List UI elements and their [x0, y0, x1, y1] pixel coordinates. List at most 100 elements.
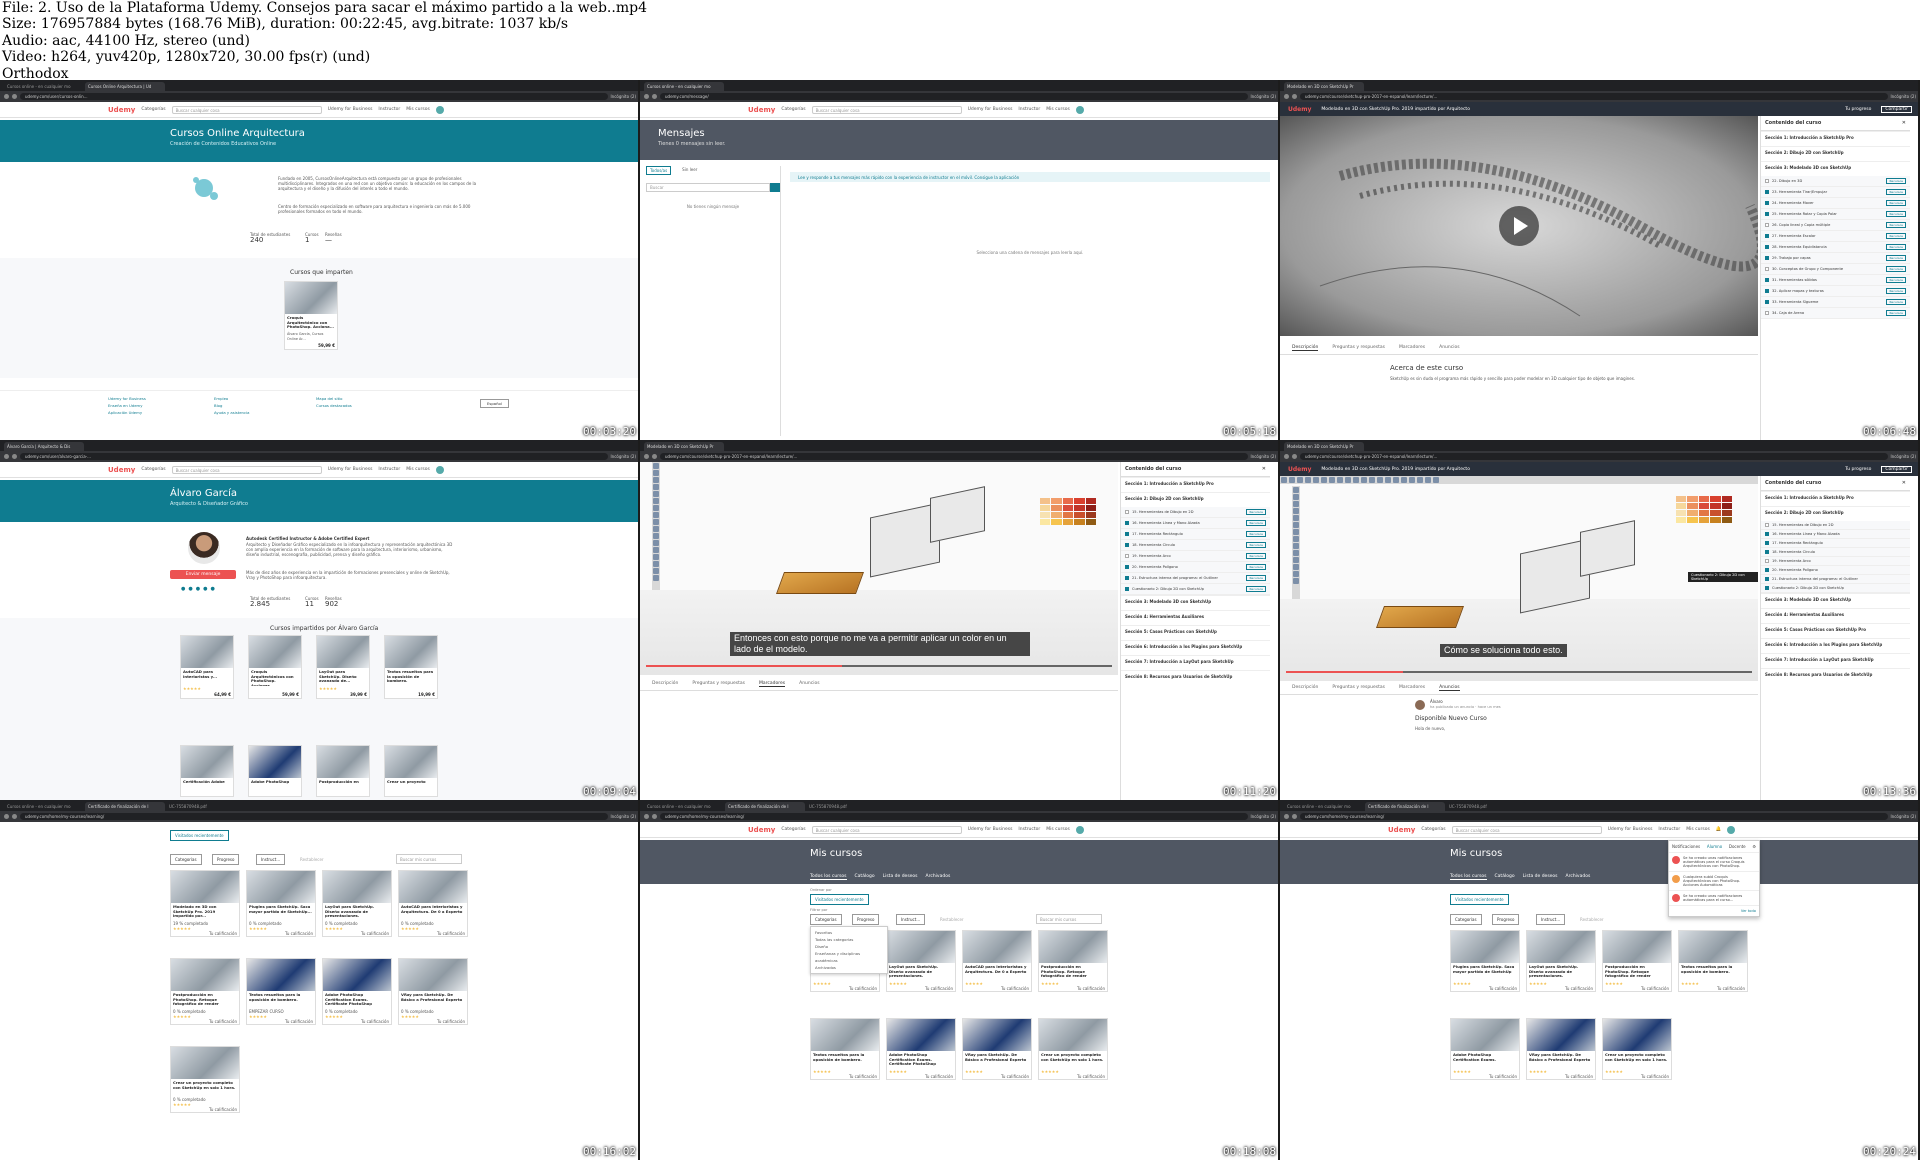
lecture-item[interactable]: 17. Herramienta Rectángulo Recursos [1121, 529, 1270, 540]
course-card[interactable]: AutoCAD para Interioristas y Arquitectur… [962, 930, 1032, 992]
tab-catalog[interactable]: Catálogo [1495, 874, 1515, 880]
completed-checkbox[interactable] [1125, 532, 1129, 536]
avatar[interactable] [1727, 825, 1736, 834]
completed-checkbox[interactable] [1765, 278, 1769, 282]
rate-label[interactable]: Tu calificación [1039, 986, 1107, 991]
language-select[interactable]: Español [480, 399, 509, 408]
footer-link[interactable]: Ayuda y asistencia [214, 410, 249, 415]
lecture-item[interactable]: 33. Herramienta Sígueme Recursos [1761, 297, 1910, 308]
browser-tab-active[interactable]: Modelado en 3D con SketchUp Pr [644, 442, 724, 451]
lecture-item[interactable]: 23. Herramienta Tirar/Empujar Recursos [1761, 187, 1910, 198]
filter-unread[interactable]: Sin leer [679, 166, 700, 175]
lecture-item[interactable]: 16. Herramienta Línea y Mano Alzada Recur… [1121, 518, 1270, 529]
resources-button[interactable]: Recursos [1246, 520, 1266, 526]
browser-tab[interactable]: UC-755870948.pdf [1446, 802, 1526, 811]
udemy-logo[interactable]: Udemy [108, 466, 135, 474]
my-courses-link[interactable]: Mis cursos [1046, 107, 1070, 112]
address-bar[interactable]: udemy.com/course/sketchup-pro-2017-en-es… [1300, 453, 1888, 460]
course-card[interactable]: VRay para SketchUp. De Básico a Profesio… [398, 958, 468, 1025]
browser-tab-active[interactable]: Certificado de finalización de l [725, 802, 805, 811]
footer-link[interactable]: Enseña en Udemy [108, 403, 142, 408]
instructor-link[interactable]: Instructor [378, 107, 400, 112]
section-header[interactable]: Sección 5: Casos Prácticos con SketchUp [1121, 625, 1270, 634]
rate-label[interactable]: Tu calificación [171, 1107, 239, 1112]
browser-tab[interactable]: UC-755870948.pdf [166, 802, 246, 811]
back-icon[interactable] [644, 454, 649, 459]
my-courses-link[interactable]: Mis cursos [1046, 827, 1070, 832]
rate-label[interactable]: Tu calificación [963, 1074, 1031, 1079]
udemy-logo[interactable]: Udemy [108, 106, 135, 114]
video-player[interactable]: Cuestionario 2: Dibujo 2D con SketchUp C… [1280, 476, 1758, 681]
see-all-link[interactable]: Ver todo [1669, 906, 1759, 916]
course-card[interactable]: VRay para SketchUp. De Básico a Profesio… [1526, 1018, 1596, 1080]
completed-checkbox[interactable] [1765, 577, 1769, 581]
reload-icon[interactable] [652, 454, 657, 459]
business-link[interactable]: Udemy for Business [1608, 827, 1653, 832]
section-header[interactable]: Sección 2: Dibujo 2D con SketchUp [1761, 506, 1910, 515]
course-search-input[interactable]: Buscar mis cursos [1036, 914, 1102, 924]
business-link[interactable]: Udemy for Business [328, 107, 373, 112]
footer-link[interactable]: Blog [214, 403, 222, 408]
back-icon[interactable] [644, 814, 649, 819]
lecture-item[interactable]: 17. Herramienta Rectángulo [1761, 539, 1910, 548]
rate-label[interactable]: Tu calificación [1451, 1074, 1519, 1079]
linkedin-icon[interactable]: ● [203, 586, 207, 592]
filter-instructor[interactable]: Instruct... [1536, 914, 1566, 925]
address-bar[interactable]: udemy.com/user/alvaro-garcia-... [20, 453, 608, 460]
browser-tab[interactable]: Cursos online - en cualquier mo [4, 802, 84, 811]
lecture-item[interactable]: 15. Herramientas de Dibujo en 2D [1761, 521, 1910, 530]
categories-menu[interactable]: Categorías [141, 107, 165, 112]
completed-checkbox[interactable] [1765, 223, 1769, 227]
tab-announcements[interactable]: Anuncios [1439, 685, 1460, 691]
filter-categories[interactable]: Categorías [810, 914, 842, 925]
progress-menu[interactable]: Tu progreso [1845, 107, 1871, 112]
resources-button[interactable]: Recursos [1246, 531, 1266, 537]
completed-checkbox[interactable] [1125, 554, 1129, 558]
resources-button[interactable]: Recursos [1246, 553, 1266, 559]
section-header[interactable]: Sección 3: Modelado 3D con SketchUp [1761, 593, 1910, 602]
lecture-item[interactable]: 19. Herramienta Arco [1761, 557, 1910, 566]
resources-button[interactable]: Recursos [1886, 266, 1906, 272]
rate-label[interactable]: Tu calificación [1527, 1074, 1595, 1079]
section-header[interactable]: Sección 3: Modelado 3D con SketchUp [1761, 161, 1910, 170]
avatar[interactable] [1075, 105, 1084, 114]
course-card[interactable]: Postproducción en [316, 745, 370, 797]
course-card[interactable]: Postproducción en PhotoShop. Retoque fot… [1038, 930, 1108, 992]
course-card[interactable]: Textos resueltos para la oposición de bo… [384, 635, 438, 699]
rate-label[interactable]: Tu calificación [1039, 1074, 1107, 1079]
lecture-item[interactable]: 28. Herramienta Equidistancia Recursos [1761, 242, 1910, 253]
browser-tab-active[interactable]: Cursos online - en cualquier mo [644, 82, 724, 91]
resources-button[interactable]: Recursos [1886, 233, 1906, 239]
completed-checkbox[interactable] [1765, 212, 1769, 216]
bell-icon[interactable]: 🔔 [1716, 827, 1722, 832]
section-header[interactable]: Sección 7: Introducción a LayOut para Sk… [1121, 655, 1270, 664]
completed-checkbox[interactable] [1765, 300, 1769, 304]
tab-qa[interactable]: Preguntas y respuestas [1332, 685, 1385, 691]
instructor-link[interactable]: Instructor [1658, 827, 1680, 832]
browser-tab[interactable]: Cursos online - en cualquier mo [1284, 802, 1364, 811]
course-card[interactable]: Crear un proyecto completo con SketchUp … [1602, 1018, 1672, 1080]
rate-label[interactable]: Tu calificación [1679, 986, 1747, 991]
completed-checkbox[interactable] [1765, 550, 1769, 554]
tab-wishlist[interactable]: Lista de deseos [883, 874, 918, 880]
resources-button[interactable]: Recursos [1246, 586, 1266, 592]
globe-icon[interactable]: ● [181, 586, 185, 592]
completed-checkbox[interactable] [1125, 521, 1129, 525]
instructor-link[interactable]: Instructor [378, 467, 400, 472]
rate-label[interactable]: Tu calificación [247, 931, 315, 936]
tab-qa[interactable]: Preguntas y respuestas [1332, 345, 1385, 351]
course-card[interactable]: Textos resueltos para la oposición de bo… [1678, 930, 1748, 992]
section-header[interactable]: Sección 6: Introducción a los Plugins pa… [1121, 640, 1270, 649]
completed-checkbox[interactable] [1765, 559, 1769, 563]
rate-label[interactable]: Tu calificación [1603, 986, 1671, 991]
rate-label[interactable]: Tu calificación [1527, 986, 1595, 991]
tab-bookmarks[interactable]: Marcadores [1399, 685, 1425, 691]
close-icon[interactable]: ✕ [1902, 120, 1906, 126]
lecture-item[interactable]: 18. Herramienta Círculo Recursos [1121, 540, 1270, 551]
resources-button[interactable]: Recursos [1886, 277, 1906, 283]
completed-checkbox[interactable] [1765, 190, 1769, 194]
lecture-item[interactable]: 20. Herramienta Polígono [1761, 566, 1910, 575]
reset-filters[interactable]: Restablecer [940, 917, 964, 922]
course-card[interactable]: AutoCAD para Interioristas y... ★★★★★ 64,9… [180, 635, 234, 699]
section-header[interactable]: Sección 1: Introducción a SketchUp Pro [1121, 477, 1270, 486]
